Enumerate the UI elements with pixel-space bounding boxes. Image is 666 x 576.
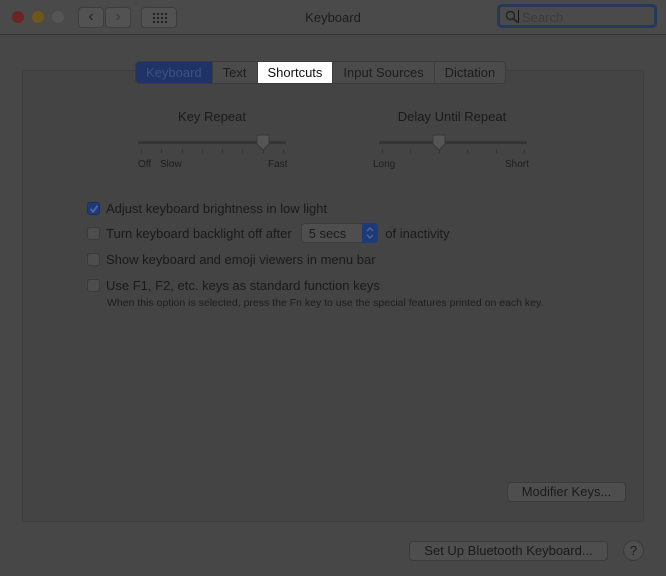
option-show-viewers[interactable]: Show keyboard and emoji viewers in menu … [87, 251, 376, 267]
show-viewers-checkbox[interactable] [87, 252, 100, 266]
slider-tick [410, 149, 412, 153]
key-repeat-label: Key Repeat [178, 109, 246, 124]
adjust-brightness-label: Adjust keyboard brightness in low light [106, 200, 328, 216]
slider-tick [161, 149, 163, 153]
function-keys-label: Use F1, F2, etc. keys as standard functi… [106, 277, 380, 293]
backlight-off-checkbox[interactable] [87, 226, 100, 240]
slider-tick [438, 149, 440, 153]
delay-short-label: Short [505, 159, 529, 170]
backlight-timeout-popup[interactable]: 5 secs [300, 223, 379, 243]
tab-shortcuts[interactable]: Shortcuts [257, 62, 334, 83]
modifier-keys-button[interactable]: Modifier Keys... [507, 482, 626, 502]
slider-tick [201, 149, 203, 153]
key-repeat-fast-label: Fast [268, 159, 288, 170]
slider-tick [382, 149, 383, 153]
adjust-brightness-checkbox[interactable] [87, 201, 100, 215]
help-icon: ? [629, 543, 638, 558]
key-repeat-slow-label: Slow [160, 159, 182, 170]
inactivity-label: of inactivity [385, 225, 450, 241]
tab-dictation[interactable]: Dictation [435, 62, 506, 83]
slider-tick [141, 149, 142, 153]
delay-until-repeat-label: Delay Until Repeat [397, 109, 507, 124]
popup-stepper[interactable] [362, 223, 379, 243]
slider-tick [467, 149, 469, 153]
search-icon [505, 10, 519, 24]
function-keys-note: When this option is selected, press the … [107, 297, 544, 309]
slider-tick [262, 149, 264, 153]
backlight-off-label: Turn keyboard backlight off after [106, 225, 292, 241]
function-keys-checkbox[interactable] [87, 278, 100, 292]
text-cursor [518, 10, 519, 23]
help-button[interactable]: ? [623, 540, 644, 561]
option-adjust-brightness[interactable]: Adjust keyboard brightness in low light [87, 200, 327, 216]
chevron-up-down-icon [366, 227, 374, 239]
slider-tick [524, 149, 525, 153]
slider-tick [242, 149, 244, 153]
show-viewers-label: Show keyboard and emoji viewers in menu … [106, 251, 376, 267]
checkmark-icon [89, 204, 99, 213]
search-input[interactable] [520, 8, 654, 26]
option-function-keys[interactable]: Use F1, F2, etc. keys as standard functi… [87, 277, 380, 293]
title-bar: ‹ › Keyboard [0, 0, 666, 35]
tab-input-sources[interactable]: Input Sources [333, 62, 435, 83]
tab-keyboard[interactable]: Keyboard [136, 62, 213, 83]
delay-until-repeat-track[interactable] [379, 141, 527, 144]
backlight-timeout-value: 5 secs [308, 225, 347, 241]
search-field[interactable] [497, 4, 657, 28]
setup-bluetooth-keyboard-button[interactable]: Set Up Bluetooth Keyboard... [409, 541, 608, 561]
option-backlight-off[interactable]: Turn keyboard backlight off after 5 secs… [87, 223, 450, 243]
delay-long-label: Long [373, 159, 396, 170]
slider-tick [181, 149, 183, 153]
key-repeat-off-label: Off [138, 159, 152, 170]
settings-panel [22, 70, 644, 522]
slider-tick [495, 149, 497, 153]
slider-tick [283, 149, 284, 153]
slider-tick [222, 149, 224, 153]
tab-text[interactable]: Text [213, 62, 258, 83]
tab-bar: Keyboard Text Shortcuts Input Sources Di… [135, 61, 507, 84]
